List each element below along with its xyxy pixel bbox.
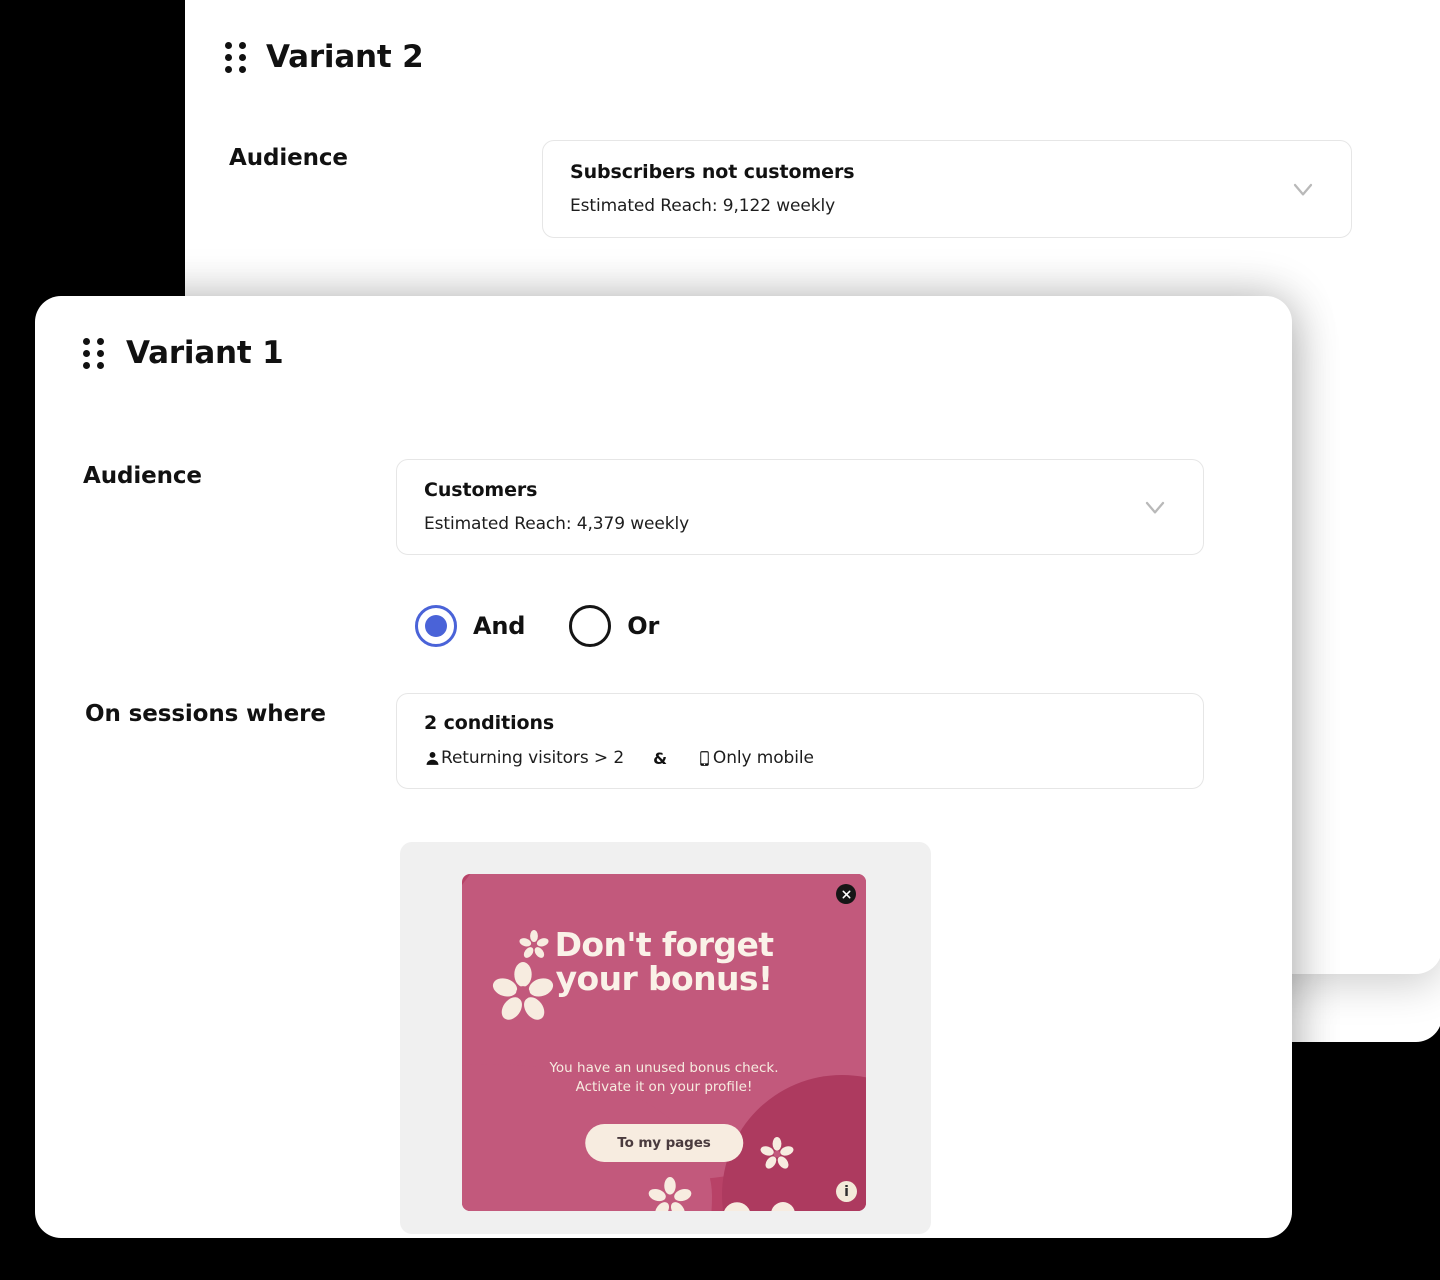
conditions-select[interactable]: 2 conditions Returning visitors > 2 & On…: [396, 693, 1204, 789]
variant-1-audience-value: Customers: [424, 479, 538, 501]
person-icon: [424, 749, 441, 768]
variant-2-header: Variant 2: [225, 42, 424, 73]
popup-preview: Don't forget your bonus! You have an unu…: [462, 874, 866, 1211]
mobile-phone-icon: [696, 749, 713, 768]
variant-2-audience-reach: Estimated Reach: 9,122 weekly: [570, 196, 836, 216]
popup-body-line-1: You have an unused bonus check.: [549, 1060, 779, 1076]
popup-body-text: You have an unused bonus check. Activate…: [462, 1059, 866, 1097]
popup-body-line-2: Activate it on your profile!: [575, 1079, 753, 1096]
popup-headline: Don't forget your bonus!: [462, 925, 866, 999]
flower-icon: [770, 1201, 796, 1211]
condition-item: Returning visitors > 2: [424, 748, 624, 768]
drag-dots-icon[interactable]: [83, 338, 104, 369]
popup-headline-line-1: Don't forget: [554, 925, 774, 964]
info-circle-icon[interactable]: i: [836, 1181, 857, 1202]
radio-or-label: Or: [627, 612, 660, 640]
page-background: Variant 2 Audience Subscribers not custo…: [0, 0, 1440, 1280]
condition-text: Only mobile: [712, 748, 814, 768]
sessions-where-label: On sessions where: [85, 701, 326, 727]
variant-2-audience-select[interactable]: Subscribers not customers Estimated Reac…: [542, 140, 1352, 238]
variant-1-header: Variant 1: [83, 338, 284, 369]
variant-1-audience-select[interactable]: Customers Estimated Reach: 4,379 weekly: [396, 459, 1204, 555]
variant-1-audience-reach: Estimated Reach: 4,379 weekly: [424, 514, 690, 534]
variant-2-audience-label: Audience: [229, 145, 348, 171]
conditions-summary: 2 conditions: [424, 712, 555, 734]
variant-2-title: Variant 2: [266, 39, 424, 75]
drag-dots-icon[interactable]: [225, 42, 246, 73]
close-x-icon[interactable]: [836, 884, 856, 904]
popup-preview-container[interactable]: Don't forget your bonus! You have an unu…: [400, 842, 931, 1234]
conditions-list: Returning visitors > 2 & Only mobile: [424, 748, 814, 768]
flower-icon: [722, 1201, 752, 1211]
radio-or[interactable]: [569, 605, 612, 647]
chevron-down-icon[interactable]: [1139, 491, 1171, 523]
logic-operator-group[interactable]: And Or: [415, 605, 659, 647]
variant-1-audience-label: Audience: [83, 463, 202, 489]
flower-icon: [648, 1177, 692, 1211]
condition-text: Returning visitors > 2: [441, 748, 625, 768]
chevron-down-icon[interactable]: [1287, 173, 1319, 205]
variant-2-audience-value: Subscribers not customers: [570, 161, 855, 183]
variant-1-card[interactable]: Variant 1 Audience Customers Estimated R…: [35, 296, 1292, 1238]
variant-1-title: Variant 1: [126, 335, 284, 371]
popup-cta-button[interactable]: To my pages: [585, 1124, 743, 1162]
condition-separator: &: [653, 748, 667, 768]
flower-icon: [760, 1137, 794, 1171]
radio-and-label: And: [473, 612, 526, 640]
radio-and[interactable]: [415, 605, 457, 647]
popup-headline-line-2: your bonus!: [555, 959, 773, 999]
condition-item: Only mobile: [696, 748, 814, 768]
